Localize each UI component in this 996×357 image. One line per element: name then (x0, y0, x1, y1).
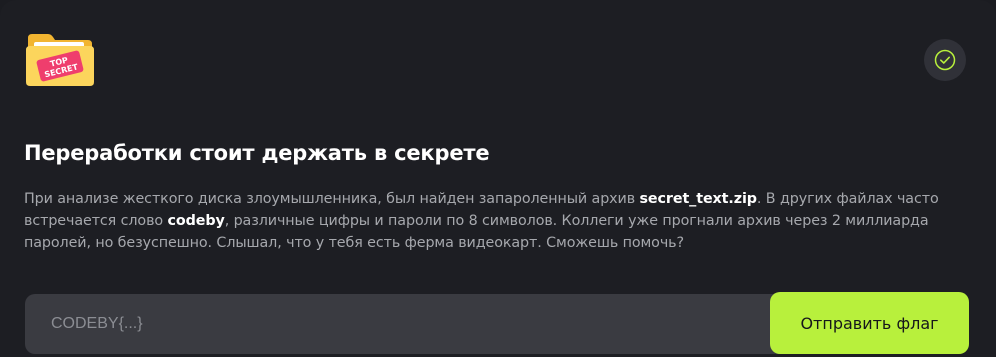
archive-name: secret_text.zip (639, 191, 757, 207)
description-text: При анализе жесткого диска злоумышленник… (24, 191, 640, 207)
submit-flag-button[interactable]: Отправить флаг (770, 292, 969, 354)
top-secret-folder-icon: TOP SECRET (24, 28, 96, 88)
check-circle-icon (924, 39, 966, 81)
task-card: TOP SECRET Переработки стоит держать в с… (0, 0, 996, 357)
task-description: При анализе жесткого диска злоумышленник… (24, 188, 979, 254)
keyword: codeby (167, 213, 225, 229)
task-title: Переработки стоит держать в секрете (24, 141, 490, 165)
flag-input[interactable] (25, 294, 791, 354)
